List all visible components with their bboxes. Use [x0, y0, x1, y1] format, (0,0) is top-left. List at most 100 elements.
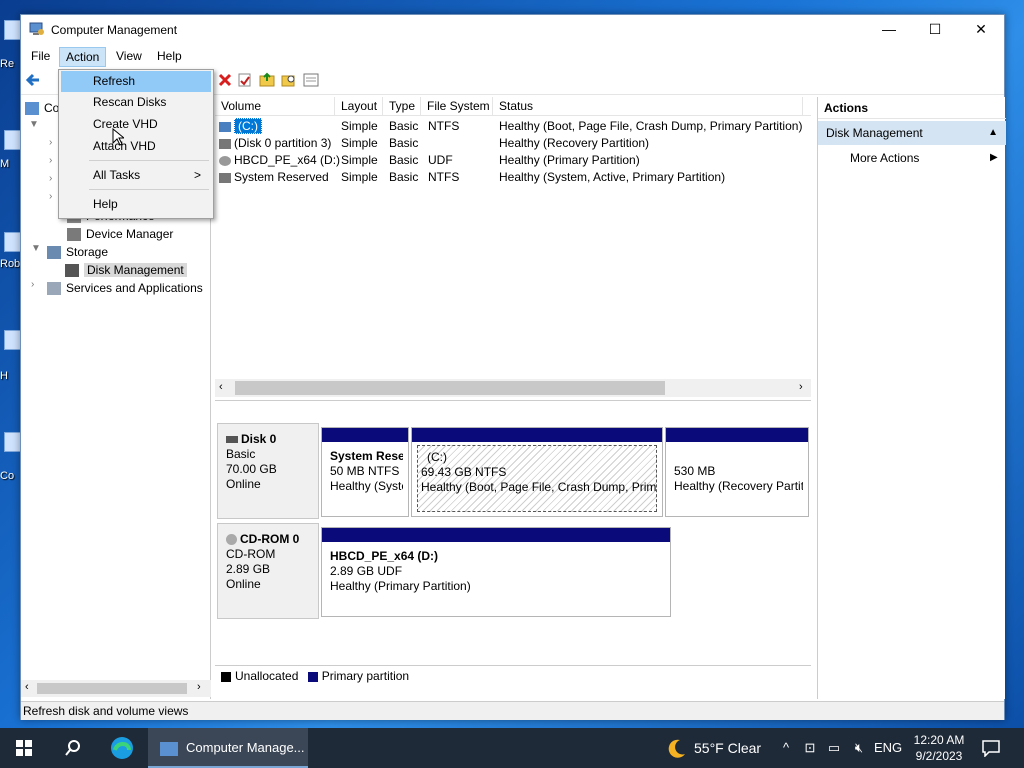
- submenu-arrow-icon[interactable]: ▶: [990, 149, 998, 167]
- volume-fs: NTFS: [428, 119, 460, 133]
- back-arrow-icon[interactable]: [25, 72, 41, 88]
- minimize-button[interactable]: —: [866, 15, 912, 45]
- menu-file[interactable]: File: [25, 47, 56, 65]
- weather-text[interactable]: 55°F Clear: [694, 728, 770, 768]
- column-layout[interactable]: Layout: [335, 97, 383, 116]
- volume-type: Basic: [389, 153, 419, 167]
- clock[interactable]: 12:20 AM 9/2/2023: [908, 728, 970, 768]
- chevron-up-icon[interactable]: ^: [776, 728, 796, 768]
- volume-layout: Simple: [341, 170, 378, 184]
- volume-row[interactable]: (C:) Simple Basic NTFS Healthy (Boot, Pa…: [215, 118, 811, 135]
- disk-graphical-view: Disk 0 Basic 70.00 GB Online System Rese…: [215, 403, 811, 687]
- taskbar-app-computer-management[interactable]: Computer Manage...: [148, 728, 308, 768]
- volume-name: System Reserved: [234, 170, 329, 184]
- collapse-up-icon[interactable]: ▲: [988, 121, 998, 145]
- tree-item-services-and-applications[interactable]: Services and Applications: [47, 279, 203, 297]
- tree-root[interactable]: Co: [25, 99, 59, 117]
- disk-info-cd-rom-0[interactable]: CD-ROM 0 CD-ROM 2.89 GB Online: [217, 523, 319, 619]
- scroll-right-icon[interactable]: ›: [799, 381, 803, 393]
- scroll-left-icon[interactable]: ‹: [219, 381, 223, 393]
- tree-item-storage[interactable]: Storage: [47, 243, 108, 261]
- network-icon[interactable]: ⊡: [800, 728, 820, 768]
- menu-help[interactable]: Help: [151, 47, 188, 65]
- disk-name: CD-ROM 0: [240, 532, 300, 546]
- volume-row[interactable]: (Disk 0 partition 3) Simple Basic Health…: [215, 135, 811, 152]
- partition-name: (C:): [427, 450, 447, 464]
- partition-body: HBCD_PE_x64 (D:) 2.89 GB UDF Healthy (Pr…: [327, 545, 665, 612]
- partition-size: 50 MB NTFS: [330, 464, 400, 478]
- volume-layout: Simple: [341, 119, 378, 133]
- collapse-arrow-icon[interactable]: ▼: [31, 243, 41, 254]
- notifications-icon[interactable]: [982, 739, 1000, 757]
- search-icon[interactable]: [64, 739, 82, 757]
- tree-horizontal-scrollbar[interactable]: ‹ ›: [21, 680, 211, 697]
- close-button[interactable]: ✕: [958, 15, 1004, 45]
- computer-icon: [25, 102, 39, 116]
- scroll-right-icon[interactable]: ›: [197, 681, 201, 693]
- expand-arrow-icon[interactable]: ›: [49, 191, 52, 202]
- actions-title: Actions: [818, 97, 1006, 119]
- scroll-left-icon[interactable]: ‹: [25, 681, 29, 693]
- partition-header: [322, 528, 670, 542]
- menu-item-attach-vhd[interactable]: Attach VHD: [61, 136, 211, 157]
- scroll-thumb[interactable]: [37, 683, 187, 694]
- menu-action[interactable]: Action: [59, 47, 107, 67]
- language-indicator[interactable]: ENG: [874, 728, 902, 768]
- expand-arrow-icon[interactable]: ›: [49, 137, 52, 148]
- menu-view[interactable]: View: [110, 47, 148, 65]
- properties-icon[interactable]: [237, 72, 253, 88]
- actions-section-disk-management[interactable]: Disk Management ▲: [818, 121, 1006, 145]
- tree-item-device-manager[interactable]: Device Manager: [67, 225, 173, 243]
- column-status[interactable]: Status: [493, 97, 803, 116]
- partition-recovery[interactable]: 530 MB Healthy (Recovery Partit: [665, 427, 809, 517]
- weather-moon-icon[interactable]: [666, 737, 688, 759]
- edge-browser-icon[interactable]: [110, 736, 134, 760]
- menu-item-help[interactable]: Help: [61, 194, 211, 215]
- partition-system-reserved[interactable]: System Reser 50 MB NTFS Healthy (Syste: [321, 427, 409, 517]
- title-bar[interactable]: Computer Management — ☐ ✕: [21, 15, 1004, 45]
- mouse-cursor-icon: [112, 128, 124, 146]
- open-folder-icon[interactable]: [259, 72, 275, 88]
- expand-arrow-icon[interactable]: ›: [49, 173, 52, 184]
- expand-arrow-icon[interactable]: ›: [49, 155, 52, 166]
- partition-status: Healthy (Recovery Partit: [674, 479, 803, 493]
- storage-icon: [47, 246, 61, 260]
- partition-size: 530 MB: [674, 464, 716, 478]
- windows-start-icon[interactable]: [16, 740, 32, 756]
- column-volume[interactable]: Volume: [215, 97, 335, 116]
- volume-row[interactable]: System Reserved Simple Basic NTFS Health…: [215, 169, 811, 186]
- disk-size: 2.89 GB: [226, 562, 271, 576]
- partition-name: [674, 449, 800, 464]
- delete-icon[interactable]: [217, 72, 233, 88]
- volume-muted-icon[interactable]: 🔇︎: [848, 728, 870, 768]
- partition-c[interactable]: (C:) 69.43 GB NTFS Healthy (Boot, Page F…: [411, 427, 663, 517]
- partition-status: Healthy (Syste: [330, 479, 403, 493]
- column-file-system[interactable]: File System: [421, 97, 493, 116]
- action-dropdown-menu: Refresh Rescan Disks Create VHD Attach V…: [58, 69, 214, 219]
- more-actions-item[interactable]: More Actions: [850, 149, 919, 167]
- column-type[interactable]: Type: [383, 97, 421, 116]
- volume-status: Healthy (Recovery Partition): [499, 136, 650, 150]
- volume-type: Basic: [389, 136, 419, 150]
- partition-hbcd[interactable]: HBCD_PE_x64 (D:) 2.89 GB UDF Healthy (Pr…: [321, 527, 671, 617]
- menu-item-create-vhd[interactable]: Create VHD: [61, 114, 211, 135]
- scroll-thumb[interactable]: [235, 381, 665, 395]
- desktop-label: H: [0, 370, 8, 382]
- volume-row[interactable]: HBCD_PE_x64 (D:) Simple Basic UDF Health…: [215, 152, 811, 169]
- tree-item-disk-management[interactable]: Disk Management: [65, 261, 187, 279]
- menu-item-refresh[interactable]: Refresh: [61, 71, 211, 92]
- volume-layout: Simple: [341, 153, 378, 167]
- expand-arrow-icon[interactable]: ▼: [29, 119, 39, 130]
- console-icon[interactable]: [303, 72, 319, 88]
- disk-info-disk-0[interactable]: Disk 0 Basic 70.00 GB Online: [217, 423, 319, 519]
- search-folder-icon[interactable]: [281, 72, 297, 88]
- menu-item-rescan-disks[interactable]: Rescan Disks: [61, 92, 211, 113]
- expand-arrow-icon[interactable]: ›: [31, 279, 34, 290]
- maximize-button[interactable]: ☐: [912, 15, 958, 45]
- volume-type: Basic: [389, 170, 419, 184]
- display-icon[interactable]: ▭: [824, 728, 844, 768]
- disk-management-icon: [65, 264, 79, 278]
- desktop-label: M: [0, 158, 10, 170]
- volume-horizontal-scrollbar[interactable]: ‹ ›: [215, 379, 811, 397]
- menu-item-all-tasks[interactable]: All Tasks >: [61, 165, 211, 186]
